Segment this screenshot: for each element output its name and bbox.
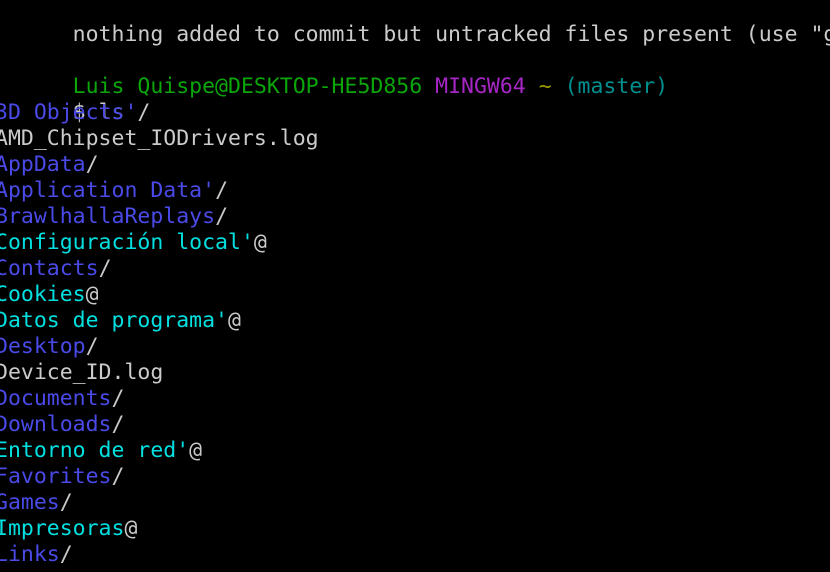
ls-entry: 3D Objects'/: [0, 100, 830, 126]
prompt-git-branch: (master): [564, 74, 669, 99]
ls-entry-type-suffix: /: [98, 256, 112, 281]
prompt-space-3: [552, 74, 565, 99]
ls-entry-name: Device_ID.log: [0, 360, 164, 385]
ls-entry: Desktop/: [0, 334, 830, 360]
ls-entry-name: Entorno de red': [0, 438, 190, 463]
ls-entry-type-suffix: /: [111, 386, 125, 411]
ls-entry: AMD_Chipset_IODrivers.log: [0, 126, 830, 152]
terminal-scroll-viewport: nothing added to commit but untracked fi…: [0, 0, 830, 568]
ls-entry: Contacts/: [0, 256, 830, 282]
ls-entry-name: Documents: [0, 386, 112, 411]
ls-entry-name: Contacts: [0, 256, 99, 281]
ls-entry: Downloads/: [0, 412, 830, 438]
ls-entry-type-suffix: /: [137, 100, 151, 125]
ls-entry-name: 3D Objects': [0, 100, 138, 125]
ls-entry-name: Datos de programa': [0, 308, 228, 333]
ls-entry: Device_ID.log: [0, 360, 830, 386]
ls-entry: Entorno de red'@: [0, 438, 830, 464]
ls-entry-name: Downloads: [0, 412, 112, 437]
ls-entry-name: AppData: [0, 152, 86, 177]
ls-entry: BrawlhallaReplays/: [0, 204, 830, 230]
ls-entry-type-suffix: /: [111, 412, 125, 437]
ls-entry-type-suffix: /: [59, 542, 73, 567]
ls-entry: Favorites/: [0, 464, 830, 490]
ls-entry-name: Games: [0, 490, 60, 515]
ls-entry-type-suffix: @: [189, 438, 203, 463]
prompt-shell-name: MINGW64: [435, 74, 526, 99]
ls-entry-name: AMD_Chipset_IODrivers.log: [0, 126, 319, 151]
ls-entry-type-suffix: @: [124, 516, 138, 541]
terminal-window[interactable]: nothing added to commit but untracked fi…: [0, 0, 830, 572]
ls-entry-type-suffix: /: [85, 334, 99, 359]
prompt-space-2: [526, 74, 539, 99]
prompt-line: Luis Quispe@DESKTOP-HE5D856 MINGW64 ~ (m…: [0, 48, 830, 99]
prompt-cwd: ~: [538, 74, 552, 99]
git-status-output-line: nothing added to commit but untracked fi…: [0, 0, 830, 47]
ls-entry: Configuración local'@: [0, 230, 830, 256]
ls-entry: Games/: [0, 490, 830, 516]
prompt-space-1: [422, 74, 435, 99]
ls-entry: Application Data'/: [0, 178, 830, 204]
ls-entry: Cookies@: [0, 282, 830, 308]
ls-output-listing: 3D Objects'/AMD_Chipset_IODrivers.log App…: [0, 100, 830, 568]
ls-entry-name: Desktop: [0, 334, 86, 359]
ls-entry-name: Impresoras: [0, 516, 125, 541]
ls-entry-type-suffix: /: [215, 204, 229, 229]
prompt-user-host: Luis Quispe@DESKTOP-HE5D856: [72, 74, 423, 99]
ls-entry-type-suffix: /: [59, 490, 73, 515]
ls-entry-name: Configuración local': [0, 230, 254, 255]
ls-entry: Documents/: [0, 386, 830, 412]
ls-entry-type-suffix: /: [85, 152, 99, 177]
ls-entry-name: Cookies: [0, 282, 86, 307]
ls-entry: AppData/: [0, 152, 830, 178]
ls-entry: Links/: [0, 542, 830, 568]
ls-entry-name: BrawlhallaReplays: [0, 204, 216, 229]
git-status-text: nothing added to commit but untracked fi…: [72, 22, 830, 47]
ls-entry: Datos de programa'@: [0, 308, 830, 334]
ls-entry-name: Links: [0, 542, 60, 567]
ls-entry: Impresoras@: [0, 516, 830, 542]
ls-entry-type-suffix: /: [215, 178, 229, 203]
ls-entry-type-suffix: @: [228, 308, 241, 333]
ls-entry-name: Application Data': [0, 178, 216, 203]
ls-entry-name: Favorites: [0, 464, 112, 489]
ls-entry-type-suffix: /: [111, 464, 125, 489]
ls-entry-type-suffix: @: [85, 282, 99, 307]
ls-entry-type-suffix: @: [253, 230, 267, 255]
